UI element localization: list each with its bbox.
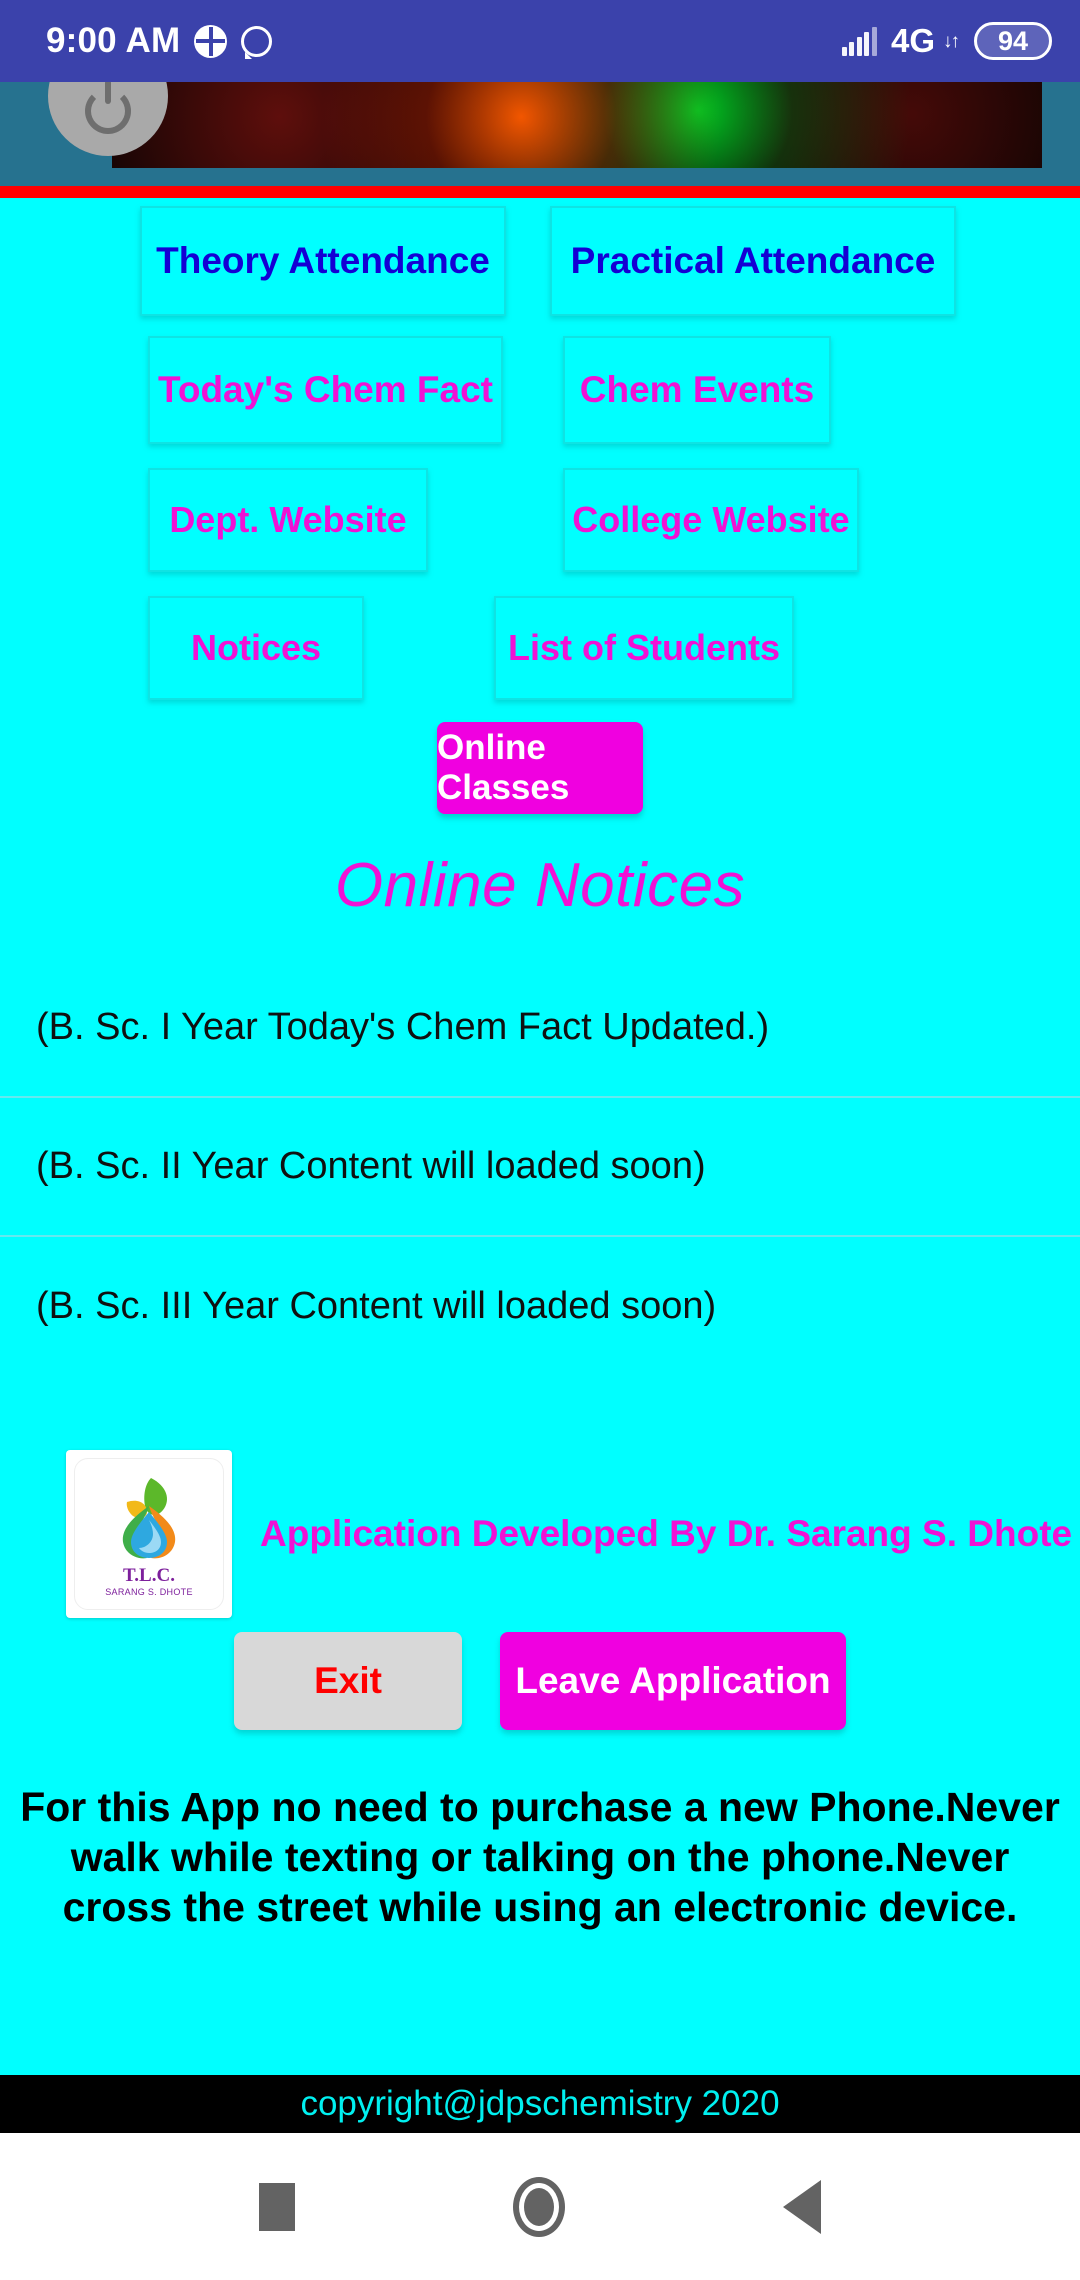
logo-subtitle: SARANG S. DHOTE (105, 1586, 193, 1597)
app-grid-icon (194, 24, 228, 58)
app-screen: 9:00 AM 4G ↓↑ 94 Theory Attendance Pract… (0, 0, 1080, 2280)
developer-logo: T.L.C. SARANG S. DHOTE (66, 1450, 232, 1618)
logo-inner-card: T.L.C. SARANG S. DHOTE (74, 1458, 224, 1610)
exit-button[interactable]: Exit (234, 1632, 462, 1730)
menu-row-4: Notices List of Students (0, 596, 1080, 700)
theory-attendance-button[interactable]: Theory Attendance (140, 206, 506, 316)
home-circle-icon[interactable] (513, 2176, 565, 2237)
online-classes-button[interactable]: Online Classes (437, 722, 643, 814)
todays-chem-fact-button[interactable]: Today's Chem Fact (148, 336, 503, 444)
recents-square-icon[interactable] (259, 2182, 295, 2231)
chem-events-button[interactable]: Chem Events (563, 336, 831, 444)
list-item[interactable]: (B. Sc. III Year Content will loaded soo… (0, 1237, 1080, 1376)
list-of-students-button[interactable]: List of Students (494, 596, 794, 700)
list-item[interactable]: (B. Sc. I Year Today's Chem Fact Updated… (0, 959, 1080, 1098)
dept-website-button[interactable]: Dept. Website (148, 468, 428, 572)
data-transfer-icon: ↓↑ (943, 30, 960, 52)
android-nav-bar (0, 2133, 1080, 2280)
status-bar: 9:00 AM 4G ↓↑ 94 (0, 0, 1080, 82)
status-time: 9:00 AM (46, 21, 181, 60)
logo-title: T.L.C. (123, 1564, 175, 1586)
menu-row-5: Online Classes (0, 722, 1080, 814)
droplet-leaf-logo-icon (122, 1477, 176, 1558)
battery-indicator: 94 (974, 22, 1052, 60)
copyright-footer: copyright@jdpschemistry 2020 (0, 2075, 1080, 2133)
online-notices-heading: Online Notices (334, 851, 746, 920)
list-item[interactable]: (B. Sc. II Year Content will loaded soon… (0, 1098, 1080, 1237)
menu-grid: Theory Attendance Practical Attendance T… (0, 206, 1080, 1376)
banner-image (112, 82, 1042, 168)
practical-attendance-button[interactable]: Practical Attendance (550, 206, 956, 316)
notice-list: (B. Sc. I Year Today's Chem Fact Updated… (0, 959, 1080, 1376)
status-bar-right: 4G ↓↑ 94 (841, 22, 1052, 60)
back-triangle-icon[interactable] (783, 2179, 821, 2234)
safety-message: For this App no need to purchase a new P… (20, 1784, 1060, 1931)
leave-application-button[interactable]: Leave Application (500, 1632, 846, 1730)
red-divider (0, 186, 1080, 198)
whatsapp-icon (241, 25, 273, 59)
signal-bars-icon (841, 26, 877, 56)
action-row: Exit Leave Application (0, 1632, 1080, 1730)
college-website-button[interactable]: College Website (563, 468, 859, 572)
status-bar-left: 9:00 AM (46, 21, 273, 61)
menu-row-2: Today's Chem Fact Chem Events (0, 336, 1080, 444)
credit-text: Application Developed By Dr. Sarang S. D… (260, 1513, 1073, 1554)
developer-credit: T.L.C. SARANG S. DHOTE Application Devel… (0, 1450, 1080, 1618)
network-type-label: 4G (890, 22, 935, 59)
notices-button[interactable]: Notices (148, 596, 364, 700)
power-symbol-icon (85, 88, 131, 134)
battery-level-label: 94 (997, 25, 1029, 56)
menu-row-1: Theory Attendance Practical Attendance (0, 206, 1080, 316)
header-banner (0, 82, 1080, 192)
menu-row-3: Dept. Website College Website (0, 468, 1080, 572)
copyright-text: copyright@jdpschemistry 2020 (300, 2084, 780, 2123)
